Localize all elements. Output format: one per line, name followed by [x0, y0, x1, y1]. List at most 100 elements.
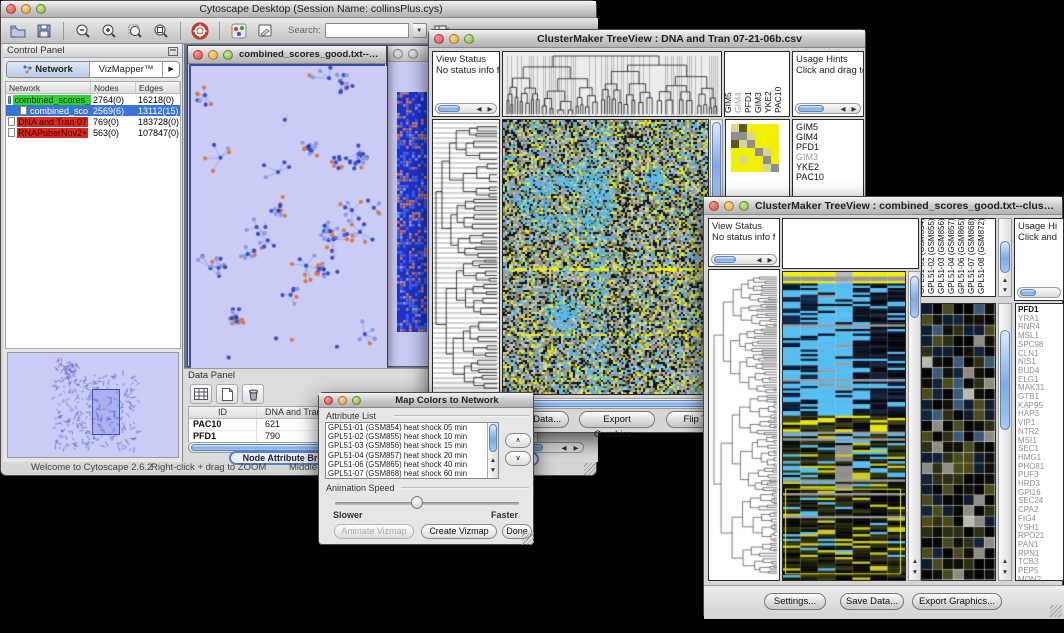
close-icon[interactable] [709, 201, 719, 211]
matrix-cell[interactable] [763, 140, 771, 148]
scroll-down-icon[interactable]: ▼ [910, 569, 920, 577]
hscrollbar[interactable]: ◀ ▶ [795, 103, 861, 114]
move-down-button[interactable]: ∨ [505, 451, 531, 466]
main-titlebar[interactable]: Cytoscape Desktop (Session Name: collins… [1, 1, 596, 18]
scroll-left-icon[interactable]: ◀ [559, 445, 569, 453]
attribute-item[interactable]: GPL51-02 (GSM855) heat shock 10 min [326, 432, 498, 441]
move-up-button[interactable]: ∧ [505, 433, 531, 448]
matrix-cell[interactable] [747, 124, 755, 132]
attribute-item[interactable]: GPL51-06 (GSM865) heat shock 40 min [326, 460, 498, 469]
heatmap-canvas[interactable] [783, 272, 905, 580]
delete-attribute-icon[interactable] [242, 384, 264, 404]
column-label[interactable]: PFD1 [743, 91, 753, 113]
matrix-cell[interactable] [755, 124, 763, 132]
scroll-right-icon[interactable]: ▶ [485, 106, 495, 114]
tab-network[interactable]: Network [7, 62, 90, 77]
scroll-up-icon[interactable]: ▲ [1000, 277, 1010, 285]
matrix-cell[interactable] [731, 132, 739, 140]
row-dendrogram-canvas[interactable] [433, 120, 499, 394]
zoom-window-icon[interactable] [739, 201, 749, 211]
matrix-cell[interactable] [755, 164, 763, 172]
matrix-cell[interactable] [771, 140, 779, 148]
speed-slider-track[interactable] [335, 502, 519, 505]
zoom-heatmap-panel[interactable] [921, 303, 996, 581]
matrix-cell[interactable] [755, 140, 763, 148]
vizmapper-icon[interactable] [228, 20, 250, 42]
matrix-cell[interactable] [747, 148, 755, 156]
column-labels-panel[interactable]: GPL51-01 (GSM854)GPL51-02 (GSM855)GPL51-… [921, 218, 996, 297]
minimize-icon[interactable] [208, 50, 218, 60]
matrix-cell[interactable] [739, 148, 747, 156]
row-label[interactable]: GIM4 [793, 132, 863, 142]
attribute-item[interactable]: GPL51-07 (GSM868) heat shock 60 min [326, 469, 498, 478]
matrix-cell[interactable] [747, 164, 755, 172]
network-list-row[interactable]: combined_sco2569(6)13112(15) [6, 105, 180, 116]
heatmap-vscrollbar[interactable]: ▲ ▼ [908, 271, 921, 581]
scroll-down-icon[interactable]: ▼ [1000, 569, 1010, 577]
row-label[interactable]: PAC10 [793, 172, 863, 182]
matrix-cell[interactable] [739, 156, 747, 164]
matrix-cell[interactable] [755, 156, 763, 164]
matrix-cell[interactable] [771, 132, 779, 140]
annotation-icon[interactable] [254, 20, 276, 42]
column-dendrogram-panel[interactable] [782, 218, 919, 269]
zoom-window-icon[interactable] [36, 4, 46, 14]
network-list-row[interactable]: RNAPuberNov2+563(0)107847(0) [6, 127, 180, 138]
zoom-window-icon[interactable] [223, 50, 233, 60]
window-resize-grip[interactable] [1050, 605, 1062, 617]
scrollbar-thumb[interactable] [1000, 241, 1010, 273]
save-icon[interactable] [33, 20, 55, 42]
save-data-button[interactable]: Save Data... [840, 593, 904, 610]
zoom-selected-icon[interactable] [124, 20, 146, 42]
export-graphics-button[interactable]: Export Graphics... [912, 593, 1002, 610]
column-label[interactable]: GPL51-07 (GSM868) [967, 218, 976, 294]
tab-overflow-button[interactable]: ▶ [163, 62, 179, 77]
col-id[interactable]: ID [189, 407, 257, 418]
column-label[interactable]: GIM4 [733, 92, 743, 113]
column-label[interactable]: GPL51-04 (GSM857) [947, 218, 956, 294]
hscrollbar[interactable]: ◀ ▶ [435, 103, 497, 114]
new-attribute-icon[interactable] [216, 384, 238, 404]
matrix-cell[interactable] [763, 148, 771, 156]
treeview1-titlebar[interactable]: ClusterMaker TreeView : DNA and Tran 07-… [429, 30, 865, 48]
matrix-cell[interactable] [747, 156, 755, 164]
matrix-cell[interactable] [739, 164, 747, 172]
scroll-down-icon[interactable]: ▼ [488, 467, 498, 475]
hscrollbar[interactable]: ◀ ▶ [711, 254, 777, 265]
matrix-cell[interactable] [747, 140, 755, 148]
column-label[interactable]: GPL51-08 (GSM872) [977, 218, 986, 294]
network-canvas[interactable] [191, 66, 387, 368]
matrix-cell[interactable] [747, 132, 755, 140]
heatmap-canvas[interactable] [503, 120, 708, 394]
dialog-titlebar[interactable]: Map Colors to Network [319, 393, 533, 408]
scroll-right-icon[interactable]: ▶ [849, 106, 859, 114]
scroll-left-icon[interactable]: ◀ [838, 106, 848, 114]
network-list-row[interactable]: DNA and Tran 07769(0)183728(0) [6, 116, 180, 127]
scroll-up-icon[interactable]: ▲ [488, 457, 498, 465]
column-label[interactable]: GPL51-01 (GSM854) [921, 218, 926, 294]
network-overview-panel[interactable] [7, 352, 179, 458]
open-file-icon[interactable] [7, 20, 29, 42]
scrollbar-thumb[interactable] [714, 256, 736, 263]
window-resize-grip[interactable] [584, 463, 596, 475]
zoom-fit-icon[interactable] [150, 20, 172, 42]
attribute-list[interactable]: GPL51-01 (GSM854) heat shock 05 minGPL51… [325, 422, 499, 479]
col-edges[interactable]: Edges [136, 82, 180, 93]
close-icon[interactable] [324, 396, 333, 405]
column-label[interactable]: PAC10 [773, 87, 783, 113]
column-label[interactable]: GPL51-06 (GSM865) [957, 218, 966, 294]
minimize-icon[interactable] [724, 201, 734, 211]
background-window-titlebar[interactable] [388, 46, 432, 62]
zoom-window-icon[interactable] [352, 396, 361, 405]
scroll-right-icon[interactable]: ▶ [571, 445, 581, 453]
row-label[interactable]: GIM5 [793, 122, 863, 132]
close-icon[interactable] [393, 49, 403, 59]
scrollbar-thumb[interactable] [910, 276, 919, 318]
matrix-cell[interactable] [771, 156, 779, 164]
gene-label[interactable]: MON2 [1016, 576, 1063, 581]
create-vizmap-button[interactable]: Create Vizmap [421, 524, 497, 539]
matrix-cell[interactable] [731, 164, 739, 172]
matrix-cell[interactable] [763, 132, 771, 140]
col-nodes[interactable]: Nodes [91, 82, 136, 93]
similarity-matrix[interactable] [731, 124, 779, 172]
